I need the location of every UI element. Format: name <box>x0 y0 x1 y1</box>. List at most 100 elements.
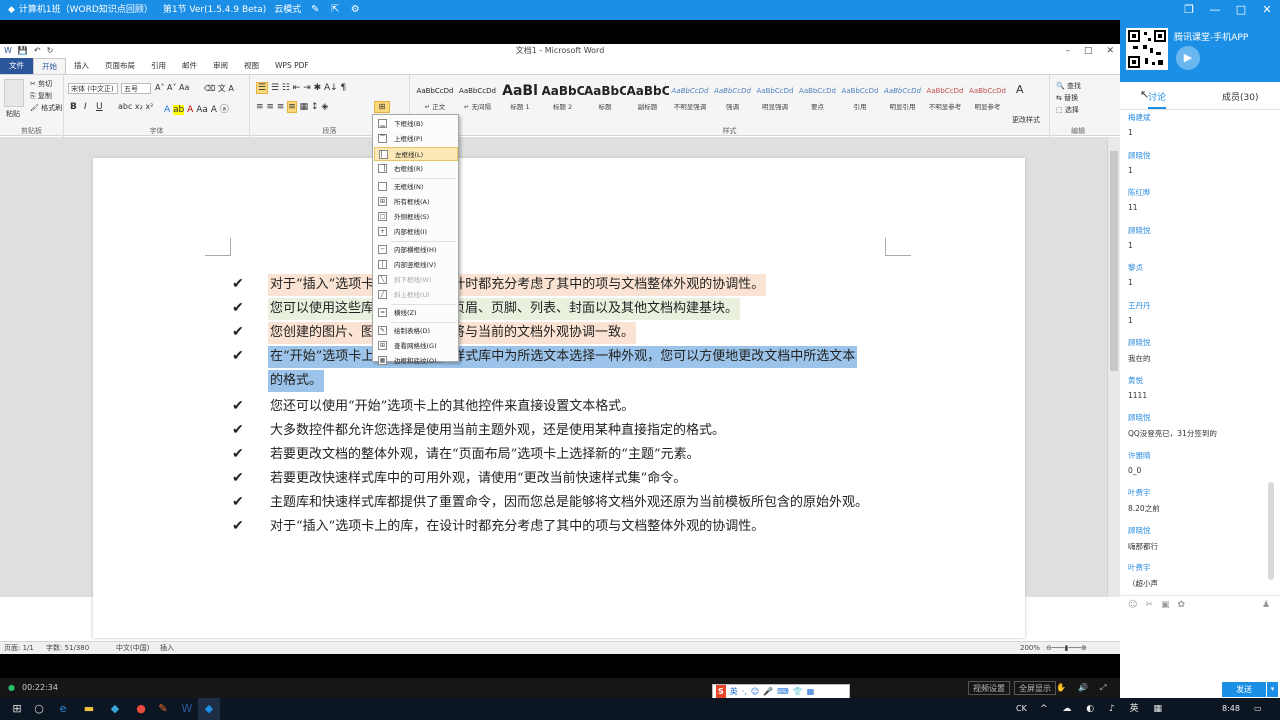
volume-icon[interactable]: 🔊 <box>1078 678 1088 698</box>
pen-app-icon[interactable]: ✎ <box>152 698 174 720</box>
app-icon[interactable]: ● <box>130 698 152 720</box>
style-10[interactable]: AaBbCcDd 引用 <box>839 81 881 117</box>
chat-sender-name[interactable]: 顾晓悦 <box>1128 225 1151 236</box>
select-button[interactable]: ⬚ 选择 <box>1056 105 1079 115</box>
file-explorer-icon[interactable]: ▬ <box>78 698 100 720</box>
toolbox-icon[interactable]: ▦ <box>807 685 815 699</box>
word-taskbar-icon[interactable]: W <box>176 698 198 720</box>
expand-icon[interactable]: ⤢ <box>1100 678 1106 698</box>
border-menu-item[interactable]: │ 内部竖框线(V) <box>374 258 458 272</box>
emoji-icon[interactable]: ☺ <box>1128 600 1137 610</box>
vertical-scrollbar[interactable] <box>1107 137 1120 597</box>
clear-format-icon[interactable]: ⌫ 文 A <box>204 83 234 94</box>
zoom-slider[interactable]: ⊖───▮───⊕ <box>1046 642 1087 654</box>
style-9[interactable]: AaBbCcDd 要点 <box>797 81 839 117</box>
tab-home[interactable]: 开始 <box>33 58 66 74</box>
edit-icon[interactable]: ✎ <box>309 0 321 20</box>
status-zoom[interactable]: 200% <box>1020 642 1040 654</box>
windows-start-icon[interactable]: ⊞ <box>6 698 28 720</box>
bold-icon[interactable]: B <box>70 102 77 112</box>
tab-review[interactable]: 审阅 <box>205 58 236 74</box>
format-painter-button[interactable]: 🖌 格式刷 <box>30 103 62 113</box>
edge-icon[interactable]: e <box>52 698 74 720</box>
video-settings-button[interactable]: 视频设置 <box>968 681 1010 695</box>
style-12[interactable]: AaBbCcDd 不明显参考 <box>924 81 966 117</box>
style-13[interactable]: AaBbCcDd 明显参考 <box>967 81 1009 117</box>
search-icon[interactable]: ○ <box>28 698 50 720</box>
close-icon[interactable]: ✕ <box>1254 0 1280 20</box>
style-4[interactable]: AaBbC 标题 <box>584 81 626 117</box>
skin-icon[interactable]: 👕 <box>793 685 803 699</box>
chat-sender-name[interactable]: 王丹丹 <box>1128 300 1151 311</box>
style-1[interactable]: AaBbCcDd ↵ 无间隔 <box>457 81 499 117</box>
app-download-label[interactable]: 腾讯课堂-手机APP <box>1174 30 1248 43</box>
style-2[interactable]: AaBl 标题 1 <box>499 81 541 117</box>
border-button[interactable]: ⊞ <box>374 101 390 113</box>
grow-font-icon[interactable]: A˄ A˅ Aa <box>155 83 189 92</box>
style-0[interactable]: AaBbCcDd ↵ 正文 <box>414 81 456 117</box>
settings-icon[interactable]: ⚙ <box>349 0 361 20</box>
play-icon[interactable]: ▶ <box>1176 46 1200 70</box>
border-menu-item[interactable]: ═ 横线(Z) <box>374 306 458 320</box>
tab-discussion[interactable]: 讨论 <box>1148 90 1167 109</box>
strikethrough-icon[interactable]: abc x₂ x² <box>118 102 153 111</box>
close-word-icon[interactable]: ✕ <box>1106 44 1114 58</box>
style-7[interactable]: AaBbCcDd 强调 <box>712 81 754 117</box>
tab-wps-pdf[interactable]: WPS PDF <box>267 58 317 74</box>
style-3[interactable]: AaBbC 标题 2 <box>542 81 584 117</box>
border-menu-item[interactable]: + 内部框线(I) <box>374 225 458 239</box>
italic-icon[interactable]: I <box>84 102 87 112</box>
border-menu-item[interactable]: □ 外侧框线(S) <box>374 210 458 224</box>
font-name-select[interactable]: 宋体 (中文正) <box>68 83 118 94</box>
chat-sender-name[interactable]: 叶费宇 <box>1128 487 1151 498</box>
border-menu-item[interactable]: ─ 内部横框线(H) <box>374 243 458 257</box>
replace-button[interactable]: ⇆ 替换 <box>1056 93 1078 103</box>
chat-sender-name[interactable]: 黄悦 <box>1128 375 1143 386</box>
image-icon[interactable]: ▣ <box>1161 600 1170 610</box>
text-effect-icon[interactable]: A ab A Aa A ⓐ <box>164 102 229 115</box>
underline-icon[interactable]: U <box>96 102 103 112</box>
hand-icon[interactable]: ✋ <box>1056 678 1066 698</box>
chat-sender-name[interactable]: 许雅晴 <box>1128 450 1151 461</box>
system-tray-icons[interactable]: ^ ☁ ◐ ♪ 英 ▦ <box>1040 698 1168 720</box>
scissors-icon[interactable]: ✂ <box>1145 600 1153 610</box>
change-styles-button[interactable]: 更改样式 <box>1012 115 1040 125</box>
minimize-word-icon[interactable]: – <box>1065 44 1070 58</box>
tab-references[interactable]: 引用 <box>143 58 174 74</box>
scrollbar-thumb[interactable] <box>1110 151 1118 371</box>
chat-sender-name[interactable]: 顾晓悦 <box>1128 150 1151 161</box>
border-menu-item[interactable]: ▔ 上框线(P) <box>374 132 458 146</box>
chat-sender-name[interactable]: 顾晓悦 <box>1128 412 1151 423</box>
border-menu-item[interactable]: ▏ 左框线(L) <box>374 147 458 161</box>
font-size-select[interactable]: 五号 <box>121 83 151 94</box>
store-icon[interactable]: ◆ <box>104 698 126 720</box>
paste-icon[interactable] <box>4 79 24 107</box>
chat-sender-name[interactable]: 陈红晔 <box>1128 187 1151 198</box>
ime-mode-label[interactable]: 英 <box>730 685 738 699</box>
cut-button[interactable]: ✂ 剪切 <box>30 79 52 89</box>
tencent-classroom-icon[interactable]: ◆ <box>198 698 220 720</box>
chat-sender-name[interactable]: 顾晓悦 <box>1128 337 1151 348</box>
chat-sender-name[interactable]: 黎贞 <box>1128 262 1143 273</box>
status-words[interactable]: 字数: 51/380 <box>46 642 89 654</box>
chat-sender-name[interactable]: 梅建斌 <box>1128 112 1151 123</box>
share-icon[interactable]: ⇱ <box>329 0 341 20</box>
fullscreen-button[interactable]: 全屏显示 <box>1014 681 1056 695</box>
style-8[interactable]: AaBbCcDd 明显强调 <box>754 81 796 117</box>
copy-button[interactable]: ⎘ 复制 <box>30 91 52 101</box>
tab-insert[interactable]: 插入 <box>66 58 97 74</box>
tab-view[interactable]: 视图 <box>236 58 267 74</box>
style-11[interactable]: AaBbCcDd 明显引用 <box>882 81 924 117</box>
notification-icon[interactable]: ▭ <box>1254 698 1262 720</box>
style-6[interactable]: AaBbCcDd 不明显强调 <box>669 81 711 117</box>
paste-button[interactable]: 粘贴 <box>6 109 20 119</box>
user-icon[interactable]: ♟ <box>1262 600 1270 610</box>
send-button[interactable]: 发送 <box>1222 682 1266 697</box>
emoji-icon[interactable]: ☺ <box>751 685 759 699</box>
bullets-icon[interactable]: ☰ ☰ ☷ ⇤ ⇥ ✱ A↓ ¶ <box>256 82 346 94</box>
punctuation-icon[interactable]: ·, <box>742 685 747 699</box>
restore-icon[interactable]: ❐ <box>1176 0 1202 20</box>
border-menu-item[interactable]: ▁ 下框线(B) <box>374 117 458 131</box>
maximize-word-icon[interactable]: □ <box>1084 44 1093 58</box>
keyboard-icon[interactable]: ⌨ <box>777 685 789 699</box>
